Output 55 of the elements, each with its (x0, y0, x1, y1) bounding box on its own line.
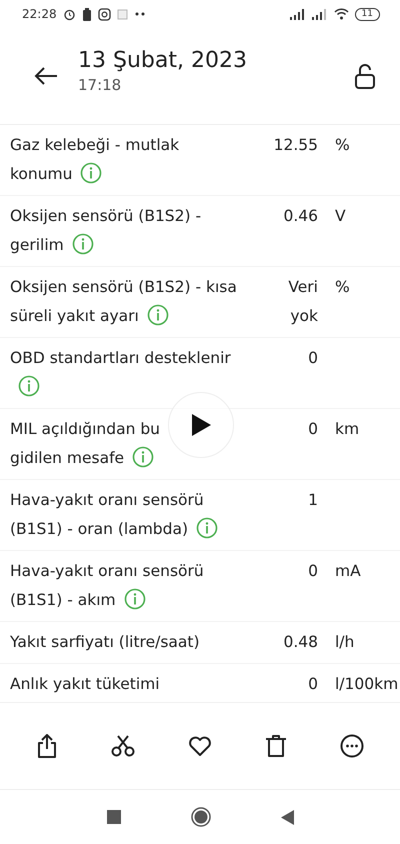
scissors-icon[interactable] (111, 735, 136, 757)
parameter-label: Anlık yakıt tüketimi (10, 675, 160, 693)
header-title: 13 Şubat, 2023 (78, 47, 248, 75)
parameter-label: Hava-yakıt oranı sensörü (B1S1) - akım (10, 562, 204, 609)
heart-icon[interactable] (188, 736, 212, 756)
parameter-value: 0 (307, 348, 318, 369)
parameter-label: Oksijen sensörü (B1S2) - gerilim (10, 207, 202, 254)
parameter-label: Gaz kelebeği - mutlak konumu (10, 136, 180, 183)
camera-app-icon (98, 8, 111, 20)
parameter-value: 0.48 (282, 632, 318, 653)
more-notifications-icon (134, 12, 146, 16)
parameter-unit: km (335, 419, 360, 440)
trash-icon[interactable] (264, 734, 287, 758)
parameter-value: 0 (307, 419, 318, 440)
parameter-unit: % (335, 277, 351, 298)
parameter-value: 12.55 (272, 135, 318, 156)
parameter-value: Veri yok (287, 277, 318, 327)
signal-icon (312, 8, 328, 20)
info-icon[interactable] (124, 588, 146, 610)
info-icon[interactable] (146, 304, 169, 326)
more-icon[interactable] (340, 734, 364, 758)
unlocked-lock-icon[interactable] (354, 64, 376, 88)
parameter-unit: mA (335, 561, 362, 582)
share-icon[interactable] (36, 734, 58, 758)
info-icon[interactable] (18, 375, 40, 397)
header-subtitle: 17:18 (78, 76, 122, 94)
battery-indicator: 11 (354, 8, 380, 20)
parameter-value: 0 (307, 674, 318, 695)
parameter-unit: V (335, 206, 347, 227)
wifi-icon (334, 8, 349, 20)
info-icon[interactable] (196, 517, 218, 539)
signal-icon (290, 8, 306, 20)
parameter-label: MIL açıldığından bu gidilen mesafe (10, 420, 160, 467)
back-arrow-icon[interactable] (34, 67, 58, 85)
parameter-value: 1 (307, 490, 318, 511)
parameter-label: OBD standartları desteklenir (10, 349, 231, 396)
info-icon[interactable] (72, 233, 94, 255)
notification-icon (116, 8, 128, 20)
parameter-unit: % (335, 135, 351, 156)
play-icon (190, 413, 212, 437)
info-icon[interactable] (132, 446, 154, 468)
parameter-unit: l/h (335, 632, 356, 653)
parameter-value: 0.46 (282, 206, 318, 227)
home-icon[interactable] (190, 807, 210, 827)
parameter-label: Oksijen sensörü (B1S2) - kısa süreli yakıt ayarı (10, 278, 237, 325)
recent-apps-icon[interactable] (106, 810, 120, 824)
info-icon[interactable] (80, 162, 102, 184)
parameter-label: Hava-yakıt oranı sensörü (B1S1) - oran (lambda) (10, 491, 218, 538)
alarm-icon (62, 8, 76, 20)
parameter-value: 0 (307, 561, 318, 582)
parameter-label: Yakıt sarfiyatı (litre/saat) (10, 633, 200, 651)
clock: 22:28 (22, 7, 57, 21)
battery-saver-icon (82, 8, 92, 20)
parameter-unit: l/100km (335, 674, 400, 695)
back-icon[interactable] (280, 810, 294, 824)
